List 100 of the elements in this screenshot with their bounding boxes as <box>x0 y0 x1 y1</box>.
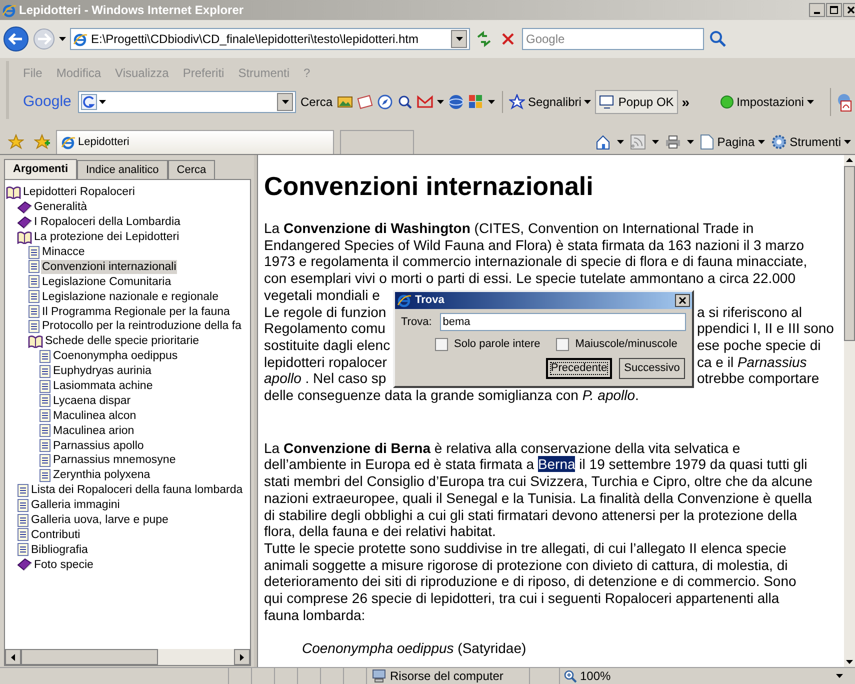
settings-button[interactable]: Impostazioni <box>720 93 814 111</box>
feed-icon[interactable] <box>630 134 646 150</box>
document-icon <box>28 246 40 258</box>
text-fragment: Regolamento comu <box>264 320 386 337</box>
tree-item[interactable]: Convenzioni internazionali <box>41 260 178 274</box>
caret-icon <box>836 674 843 678</box>
address-field[interactable]: E:\Progetti\CDbiodiv\CD_finale\lepidotteri\testo\lepidotteri.htm <box>70 28 470 50</box>
find-field[interactable]: bema <box>440 313 686 331</box>
minimize-button[interactable] <box>809 3 825 17</box>
tree-item[interactable]: Legislazione Comunitaria <box>41 274 172 289</box>
tree-item[interactable]: Bibliografia <box>30 542 89 557</box>
tree-item[interactable]: Lista dei Ropaloceri della fauna lombarda <box>30 483 244 498</box>
tree-item[interactable]: Generalità <box>33 200 88 214</box>
dropdown-button[interactable] <box>277 93 294 111</box>
search-field[interactable]: Google <box>522 28 704 50</box>
tree-item[interactable]: Schede delle specie prioritarie <box>44 334 200 348</box>
bookmarks-button[interactable]: Segnalibri <box>509 93 592 111</box>
tree-item[interactable]: Parnassius apollo <box>52 438 145 453</box>
add-favorite-icon[interactable] <box>34 134 50 150</box>
back-button[interactable] <box>3 26 29 52</box>
more-button[interactable]: » <box>682 92 690 112</box>
home-icon[interactable] <box>595 134 612 150</box>
document-icon <box>28 305 40 318</box>
caret-icon <box>652 140 660 144</box>
scrollbar-thumb[interactable] <box>844 166 855 341</box>
search-button[interactable]: Cerca <box>300 93 332 111</box>
zoom-icon <box>564 670 577 682</box>
tree-item[interactable]: Euphydryas aurinia <box>52 364 152 378</box>
tree-item[interactable]: Lepidotteri Ropaloceri <box>22 185 136 200</box>
tree-item[interactable]: Minacce <box>41 245 86 259</box>
checkbox[interactable] <box>556 338 570 351</box>
tree-item[interactable]: Legislazione nazionale e regionale <box>41 290 220 304</box>
checkbox-label[interactable]: Maiuscole/minuscole <box>575 336 678 352</box>
checkbox[interactable] <box>435 338 448 351</box>
document-icon <box>28 260 40 274</box>
text-line: La Convenzione di Berna è relativa alla conservazione della vita selvatica e <box>264 440 740 456</box>
text-line: con esemplari vivi o morti o parti di essi. Le specie tutelate ammontano a circa 22.000 <box>264 270 796 287</box>
computer-icon <box>372 669 386 683</box>
scrollbar-thumb[interactable] <box>21 649 158 665</box>
globe-icon[interactable] <box>448 94 464 110</box>
page-menu-button[interactable]: Pagina <box>700 133 765 151</box>
tree-item[interactable]: La protezione dei Lepidotteri <box>33 230 180 244</box>
text-line: flora, della fauna e dei relativi habitat. <box>264 523 496 540</box>
tree-item[interactable]: Foto specie <box>33 558 94 572</box>
tree-item[interactable]: Zerynthia polyxena <box>52 468 152 482</box>
document-icon <box>39 350 51 363</box>
horizontal-scrollbar[interactable] <box>5 649 250 665</box>
search-icon[interactable] <box>708 29 728 49</box>
compass-icon[interactable] <box>376 94 392 110</box>
tree-item[interactable]: Lycaena dispar <box>52 394 132 408</box>
star-icon <box>509 94 526 110</box>
favorites-star-icon[interactable] <box>8 134 24 150</box>
tree-item[interactable]: Maculinea alcon <box>52 408 138 423</box>
page-heading: Convenzioni internazionali <box>264 171 594 201</box>
pane-tab[interactable]: Cerca <box>168 160 216 179</box>
mail-icon[interactable] <box>416 94 432 110</box>
tree-item[interactable]: Galleria uova, larve e pupe <box>30 513 170 528</box>
text-line: Tutte le specie protette sono suddivise in tre allegati, di cui l’allegato II elenca specie <box>264 540 786 557</box>
vertical-scrollbar[interactable] <box>844 155 855 667</box>
browser-tab[interactable]: Lepidotteri <box>56 130 334 154</box>
forward-button[interactable] <box>33 28 55 50</box>
close-button[interactable] <box>843 3 855 17</box>
dialog-button[interactable]: Precedente <box>546 358 612 378</box>
magnifier-icon[interactable] <box>396 94 412 110</box>
tree-item[interactable]: Parnassius mnemosyne <box>52 453 177 468</box>
caret-icon <box>687 140 694 144</box>
tools-menu-button[interactable]: Strumenti <box>770 133 851 151</box>
dialog-button[interactable]: Successivo <box>619 358 685 378</box>
popup-blocker-button[interactable]: Popup OK <box>595 90 678 114</box>
zoom-button[interactable]: 100% <box>559 668 855 684</box>
dialog-title: Trova <box>415 293 444 308</box>
print-icon[interactable] <box>665 134 682 150</box>
close-button[interactable] <box>675 294 690 307</box>
text-line: vegetali mondiali e <box>264 286 380 304</box>
caret-icon <box>844 140 851 144</box>
document-icon <box>39 454 51 467</box>
scroll-right-icon <box>240 654 244 660</box>
tree-item[interactable]: Il Programma Regionale per la fauna <box>41 304 231 319</box>
caret-icon <box>456 37 462 41</box>
pane-tab[interactable]: Argomenti <box>4 159 77 179</box>
tree-item[interactable]: Maculinea arion <box>52 424 136 438</box>
toolbar-search-field[interactable] <box>78 91 296 113</box>
scroll-left-icon <box>11 654 15 660</box>
tree-item[interactable]: Contributi <box>30 528 82 542</box>
images-icon[interactable] <box>336 94 352 110</box>
document-icon <box>17 498 29 512</box>
checkbox-label[interactable]: Solo parole intere <box>454 336 540 352</box>
tree-item[interactable]: Galleria immagini <box>30 498 121 512</box>
tree-item[interactable]: Lasiommata achine <box>52 379 154 394</box>
puzzle-icon[interactable] <box>468 94 484 110</box>
maximize-button[interactable] <box>826 3 842 17</box>
news-icon[interactable] <box>356 94 372 110</box>
pane-tab[interactable]: Indice analitico <box>77 160 168 179</box>
tree-item[interactable]: Coenonympha oedippus <box>52 349 179 364</box>
tree-item[interactable]: I Ropaloceri della Lombardia <box>33 215 182 230</box>
document-icon <box>39 380 51 393</box>
tree-item[interactable]: Protocollo per la reintroduzione della fa <box>41 319 242 334</box>
caret-icon <box>282 100 289 104</box>
dropdown-button[interactable] <box>451 30 467 48</box>
google-logo[interactable]: Google <box>23 90 72 114</box>
